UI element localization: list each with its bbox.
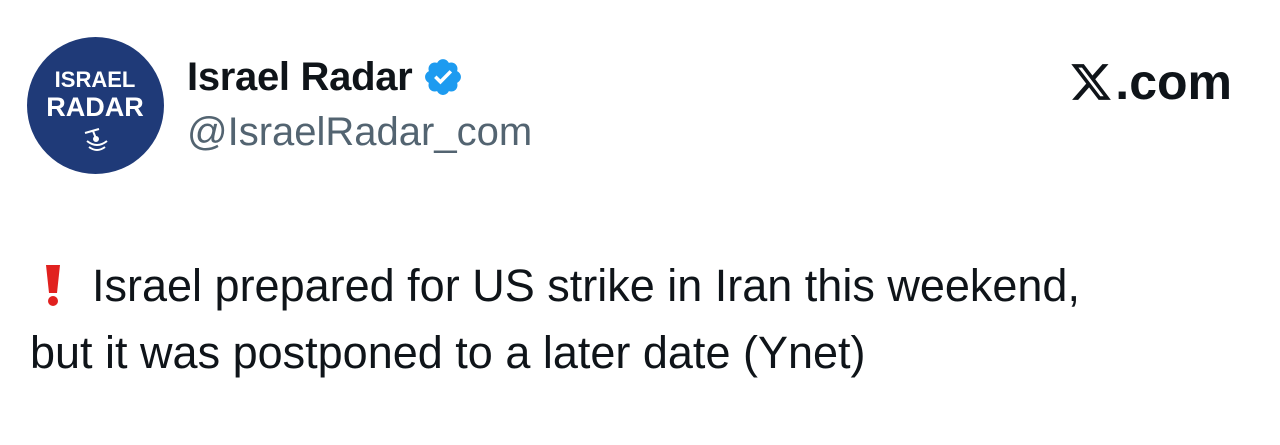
x-logo-icon [1071,64,1112,100]
source-label: .com [1115,54,1232,110]
verified-badge-icon [425,59,462,95]
author-name-row: Israel Radar [187,52,464,102]
avatar-text-bottom: RADAR [46,92,144,122]
avatar[interactable]: ISRAEL RADAR [27,37,164,174]
author-display-name[interactable]: Israel Radar [187,55,413,100]
tweet-text-line-1: Israel prepared for US strike in Iran th… [92,260,1080,311]
tweet-text: Israel prepared for US strike in Iran th… [30,252,1260,386]
avatar-text-top: ISRAEL [55,67,136,92]
source-brand: .com [1069,54,1232,110]
author-handle[interactable]: @IsraelRadar_com [187,110,532,155]
red-exclamation-icon [46,265,60,306]
radar-dish-icon [84,128,108,151]
tweet-text-line-2: but it was postponed to a later date (Yn… [30,327,866,378]
